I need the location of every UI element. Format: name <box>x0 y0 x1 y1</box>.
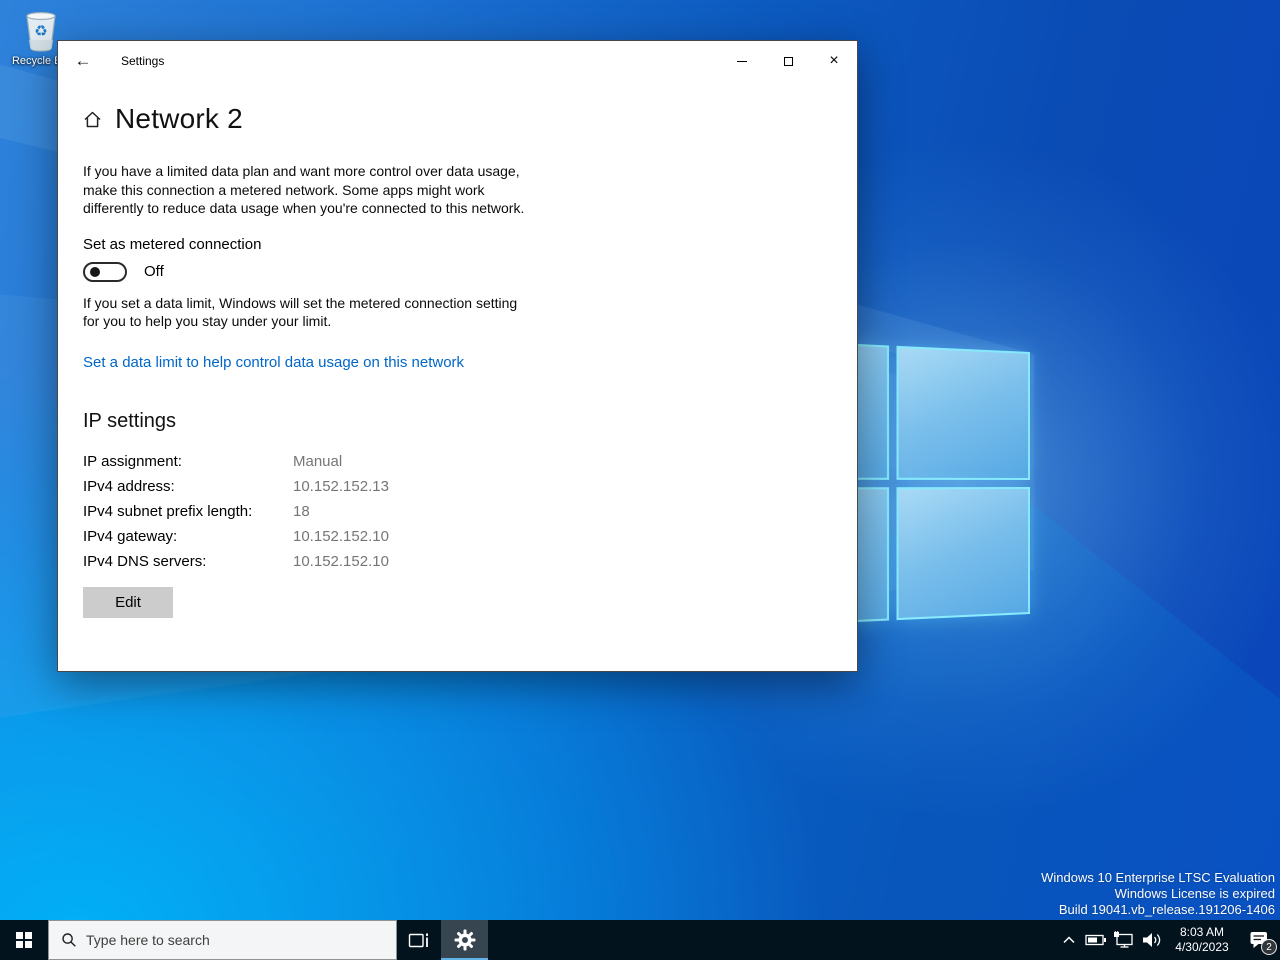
ip-row-label: IP assignment: <box>83 452 182 470</box>
ip-row-value: 18 <box>293 502 310 520</box>
metered-connection-label: Set as metered connection <box>83 235 262 253</box>
settings-content: Network 2 If you have a limited data pla… <box>58 103 857 618</box>
minimize-icon <box>737 60 747 62</box>
watermark-line: Build 19041.vb_release.191206-1406 <box>1058 902 1275 917</box>
speaker-icon <box>1143 933 1161 947</box>
chevron-up-icon <box>1063 936 1075 944</box>
page-title: Network 2 <box>115 103 243 134</box>
watermark-line: Windows 10 Enterprise LTSC Evaluation <box>1041 870 1275 885</box>
table-row: IPv4 DNS servers: 10.152.152.10 <box>83 552 857 572</box>
search-placeholder: Type here to search <box>86 932 210 948</box>
maximize-icon <box>783 56 793 66</box>
ip-row-label: IPv4 DNS servers: <box>83 552 207 570</box>
ip-settings-heading: IP settings <box>83 409 177 432</box>
maximize-button[interactable] <box>765 41 811 81</box>
settings-window: ← Settings × Network 2 If you have a lim… <box>57 40 858 672</box>
ip-row-value: 10.152.152.10 <box>293 552 389 570</box>
ip-row-value: Manual <box>293 452 343 470</box>
task-view-icon <box>408 933 428 947</box>
ethernet-network-icon <box>1114 931 1133 948</box>
battery-icon <box>1085 934 1106 946</box>
windows-start-icon <box>16 932 32 948</box>
ip-row-label: IPv4 address: <box>83 477 175 495</box>
back-arrow-icon: ← <box>74 51 92 70</box>
table-row: IP assignment: Manual <box>83 452 857 472</box>
action-center-button[interactable]: 2 <box>1238 920 1280 960</box>
toggle-knob <box>90 266 100 277</box>
minimize-button[interactable] <box>719 41 765 81</box>
close-icon: × <box>829 52 839 69</box>
network-tray-button[interactable] <box>1110 920 1138 960</box>
screen: ♻ Recycle Bin Windows 10 Enterprise LTSC… <box>0 0 1280 960</box>
gear-icon <box>454 929 475 951</box>
windows-logo-pane <box>895 486 1030 621</box>
clock-time: 8:03 AM <box>1179 925 1225 939</box>
start-button[interactable] <box>0 920 48 960</box>
tray-overflow-button[interactable] <box>1056 920 1082 960</box>
ip-row-value: 10.152.152.13 <box>293 477 389 495</box>
taskbar: Type here to search 8:03 AM 4/30/2023 2 <box>0 920 1280 960</box>
table-row: IPv4 address: 10.152.152.13 <box>83 477 857 497</box>
windows-watermark: Windows 10 Enterprise LTSC Evaluation Wi… <box>1041 870 1275 918</box>
volume-tray-button[interactable] <box>1138 920 1166 960</box>
metered-toggle[interactable] <box>83 261 127 282</box>
battery-tray-button[interactable] <box>1082 920 1110 960</box>
ip-row-label: IPv4 subnet prefix length: <box>83 502 253 520</box>
taskbar-search-box[interactable]: Type here to search <box>48 920 397 960</box>
metered-intro-text: If you have a limited data plan and want… <box>83 163 525 216</box>
metered-toggle-row: Off <box>83 261 857 282</box>
system-tray: 8:03 AM 4/30/2023 2 <box>1056 920 1280 960</box>
set-data-limit-link[interactable]: Set a data limit to help control data us… <box>83 354 464 371</box>
page-header: Network 2 <box>83 103 857 135</box>
ip-row-value: 10.152.152.10 <box>293 527 389 545</box>
taskbar-settings-app-button[interactable] <box>441 920 488 960</box>
windows-logo-pane <box>895 345 1030 480</box>
table-row: IPv4 subnet prefix length: 18 <box>83 502 857 522</box>
toggle-state-label: Off <box>144 263 164 280</box>
svg-text:♻: ♻ <box>34 23 47 40</box>
notification-badge: 2 <box>1261 939 1277 955</box>
home-icon <box>84 111 101 127</box>
table-row: IPv4 gateway: 10.152.152.10 <box>83 527 857 547</box>
close-button[interactable]: × <box>811 41 857 81</box>
clock-date: 4/30/2023 <box>1175 940 1229 954</box>
task-view-button[interactable] <box>397 920 441 960</box>
ip-row-label: IPv4 gateway: <box>83 527 178 545</box>
watermark-line: Windows License is expired <box>1114 886 1275 901</box>
window-title: Settings <box>121 54 165 68</box>
clock[interactable]: 8:03 AM 4/30/2023 <box>1166 920 1238 960</box>
edit-button[interactable]: Edit <box>83 586 173 618</box>
titlebar: ← Settings × <box>58 41 857 81</box>
ip-settings-table: IP assignment: Manual IPv4 address: 10.1… <box>83 452 857 572</box>
data-limit-info-text: If you set a data limit, Windows will se… <box>83 294 518 330</box>
search-icon <box>62 933 76 947</box>
back-button[interactable]: ← <box>58 41 108 81</box>
